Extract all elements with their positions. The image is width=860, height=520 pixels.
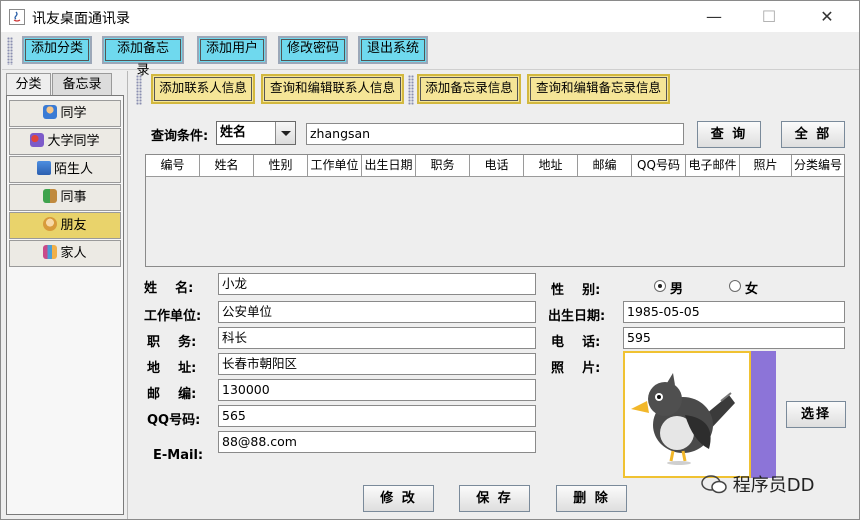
column-header-address[interactable]: 地址 xyxy=(524,155,578,177)
modify-button[interactable]: 修 改 xyxy=(363,485,434,512)
contacts-table[interactable]: 编号 姓名 性别 工作单位 出生日期 职务 电话 地址 邮编 QQ号码 电子邮件… xyxy=(145,154,845,267)
category-classmates[interactable]: 同学 xyxy=(9,100,121,127)
category-colleagues[interactable]: 同事 xyxy=(9,184,121,211)
gender-male-label[interactable]: 男 xyxy=(670,278,683,297)
group-icon xyxy=(30,133,45,147)
column-header-gender[interactable]: 性别 xyxy=(254,155,308,177)
column-header-name[interactable]: 姓名 xyxy=(200,155,254,177)
toolbar-grip[interactable] xyxy=(408,75,414,105)
add-contact-button[interactable]: 添加联系人信息 xyxy=(151,74,255,104)
workplace-label: 工作单位: xyxy=(144,309,202,324)
app-window: 讯友桌面通讯录 — ☐ ✕ 添加分类 添加备忘录 添加用户 修改密码 退出系统 … xyxy=(0,0,860,520)
toolbar-grip[interactable] xyxy=(136,75,142,105)
add-category-button[interactable]: 添加分类 xyxy=(22,36,92,64)
family-icon xyxy=(43,245,58,259)
delete-button[interactable]: 删 除 xyxy=(556,485,627,512)
main-toolbar: 添加分类 添加备忘录 添加用户 修改密码 退出系统 xyxy=(2,32,859,78)
email-field[interactable]: 88@88.com xyxy=(218,431,536,453)
add-user-button[interactable]: 添加用户 xyxy=(197,36,267,64)
category-university-classmates[interactable]: 大学同学 xyxy=(9,128,121,155)
window-title: 讯友桌面通讯录 xyxy=(32,11,130,27)
query-edit-contact-button[interactable]: 查询和编辑联系人信息 xyxy=(261,74,404,104)
all-button[interactable]: 全 部 xyxy=(781,121,845,148)
gender-female-radio[interactable] xyxy=(729,280,741,292)
phone-field[interactable]: 595 xyxy=(623,327,845,349)
watermark: 程序员DD xyxy=(701,471,814,497)
java-app-icon xyxy=(9,9,25,25)
colleagues-icon xyxy=(43,189,58,203)
crow-avatar-icon xyxy=(631,373,735,465)
gender-female-label[interactable]: 女 xyxy=(745,278,758,297)
workplace-field[interactable]: 公安单位 xyxy=(218,301,536,323)
toolbar-grip[interactable] xyxy=(7,37,13,65)
column-header-photo[interactable]: 照片 xyxy=(740,155,792,177)
address-field[interactable]: 长春市朝阳区 xyxy=(218,353,536,375)
query-condition-label: 查询条件: xyxy=(151,129,209,144)
query-field-select[interactable]: 姓名 xyxy=(216,121,296,145)
monitor-person-icon xyxy=(36,161,51,175)
position-label: 职 务: xyxy=(147,335,197,350)
column-header-id[interactable]: 编号 xyxy=(146,155,200,177)
photo-accent-strip xyxy=(751,351,776,478)
save-button[interactable]: 保 存 xyxy=(459,485,530,512)
qq-field[interactable]: 565 xyxy=(218,405,536,427)
name-label: 姓 名: xyxy=(144,281,194,296)
query-input[interactable]: zhangsan xyxy=(306,123,684,145)
add-memo-button[interactable]: 添加备忘录 xyxy=(102,36,184,78)
zip-field[interactable]: 130000 xyxy=(218,379,536,401)
address-label: 地 址: xyxy=(147,361,197,376)
photo-label: 照 片: xyxy=(551,361,601,376)
birthdate-field[interactable]: 1985-05-05 xyxy=(623,301,845,323)
category-strangers[interactable]: 陌生人 xyxy=(9,156,121,183)
name-field[interactable]: 小龙 xyxy=(218,273,536,295)
category-family[interactable]: 家人 xyxy=(9,240,121,267)
chevron-down-icon[interactable] xyxy=(275,122,295,144)
phone-label: 电 话: xyxy=(551,335,601,350)
column-header-position[interactable]: 职务 xyxy=(416,155,470,177)
email-label: E-Mail: xyxy=(153,448,204,463)
contact-photo xyxy=(623,351,751,478)
contact-toolbar: 添加联系人信息 查询和编辑联系人信息 添加备忘录信息 查询和编辑备忘录信息 xyxy=(134,71,857,109)
tab-memo[interactable]: 备忘录 xyxy=(52,73,112,96)
change-password-button[interactable]: 修改密码 xyxy=(278,36,348,64)
column-header-birthdate[interactable]: 出生日期 xyxy=(362,155,416,177)
category-friends[interactable]: 朋友 xyxy=(9,212,121,239)
person-icon xyxy=(43,105,58,119)
title-bar: 讯友桌面通讯录 — ☐ ✕ xyxy=(1,1,859,32)
maximize-button[interactable]: ☐ xyxy=(746,1,792,32)
qq-label: QQ号码: xyxy=(147,413,201,428)
category-list: 同学 大学同学 陌生人 同事 朋友 家人 xyxy=(6,95,124,515)
gender-label: 性 别: xyxy=(551,283,601,298)
column-header-email[interactable]: 电子邮件 xyxy=(686,155,740,177)
column-header-phone[interactable]: 电话 xyxy=(470,155,524,177)
friend-icon xyxy=(43,217,58,231)
column-header-workplace[interactable]: 工作单位 xyxy=(308,155,362,177)
column-header-zip[interactable]: 邮编 xyxy=(578,155,632,177)
birthdate-label: 出生日期: xyxy=(548,309,606,324)
left-panel: 分类 备忘录 同学 大学同学 陌生人 同事 朋友 家人 xyxy=(2,71,128,519)
tab-category[interactable]: 分类 xyxy=(6,73,51,96)
close-button[interactable]: ✕ xyxy=(804,1,850,32)
query-edit-memo-button[interactable]: 查询和编辑备忘录信息 xyxy=(527,74,670,104)
wechat-icon xyxy=(701,475,727,494)
column-header-qq[interactable]: QQ号码 xyxy=(632,155,686,177)
exit-system-button[interactable]: 退出系统 xyxy=(358,36,428,64)
zip-label: 邮 编: xyxy=(147,387,197,402)
position-field[interactable]: 科长 xyxy=(218,327,536,349)
add-memo-info-button[interactable]: 添加备忘录信息 xyxy=(417,74,521,104)
minimize-button[interactable]: — xyxy=(691,1,737,32)
gender-male-radio[interactable] xyxy=(654,280,666,292)
search-button[interactable]: 查 询 xyxy=(697,121,761,148)
select-photo-button[interactable]: 选择 xyxy=(786,401,846,428)
column-header-category-id[interactable]: 分类编号 xyxy=(792,155,844,177)
